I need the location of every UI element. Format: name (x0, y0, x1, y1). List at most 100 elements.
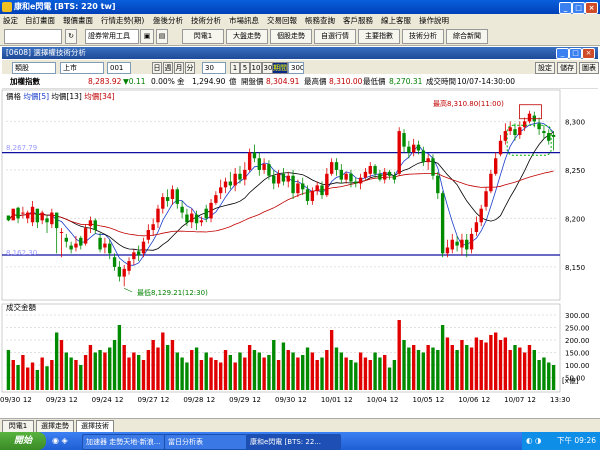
market-select[interactable]: 上市 (60, 62, 104, 74)
candle-body (455, 241, 459, 246)
window-title: 康和e閃電 [BTS: 220 tw] (14, 2, 116, 11)
candle-body (30, 206, 35, 223)
price-plot-area (1, 89, 561, 301)
settings-button[interactable]: 設定 (535, 62, 555, 74)
period-day-button[interactable]: 日 (152, 62, 162, 74)
toolbar-flash1[interactable]: 閃電1 (182, 29, 224, 44)
range-1-button[interactable]: 1 (230, 62, 240, 74)
toolbar-index-trend[interactable]: 大盤走勢 (226, 29, 268, 44)
volume-bar (281, 342, 286, 390)
menu-customer-service[interactable]: 客戶服務 (343, 15, 373, 26)
menu-futures-trend[interactable]: 行情走勢(期) (101, 15, 144, 26)
menu-market-news[interactable]: 市場訊息 (229, 15, 259, 26)
candle-body (54, 212, 59, 229)
start-button[interactable]: 開始 (0, 432, 46, 450)
candle-body (421, 150, 426, 163)
time-label: 成交時間 (426, 77, 456, 86)
toolbar-watchlist[interactable]: 自選行情 (314, 29, 356, 44)
category-select[interactable]: 類股 (12, 62, 56, 74)
volume-bar (450, 345, 454, 390)
minimize-button[interactable]: _ (559, 2, 572, 14)
toolbar-technical[interactable]: 技術分析 (402, 29, 444, 44)
candle-body (551, 134, 556, 137)
date-axis-label: 09/23 (46, 396, 66, 404)
volume-bar (455, 350, 459, 390)
price-chart[interactable]: 8,1508,2008,2508,30050.00100.00150.00200… (0, 88, 600, 418)
toolbar-blank-select[interactable] (4, 29, 62, 44)
screen-icon[interactable]: ▤ (156, 29, 168, 44)
volume-header: 成交金額 (6, 303, 36, 312)
volume-bar (74, 360, 78, 390)
period-week-button[interactable]: 週 (163, 62, 173, 74)
chart-window-title: [0608] 選擇權技術分析 (6, 48, 86, 57)
quicklaunch-icons[interactable]: ◉ ◈ (52, 436, 68, 445)
candle-body (16, 207, 20, 219)
candle-body (387, 171, 392, 176)
close-button[interactable]: × (585, 2, 598, 14)
task-browser[interactable]: 加速器 走勢天地-新浪... (82, 434, 165, 450)
volume-bar (262, 357, 266, 390)
candle-body (542, 131, 546, 134)
minute-select[interactable]: 30 (202, 62, 226, 74)
tools-icon[interactable]: ▣ (140, 29, 154, 44)
candle-body (136, 251, 141, 256)
menu-custom-screen[interactable]: 自訂畫面 (25, 15, 55, 26)
menu-help[interactable]: 操作說明 (419, 15, 449, 26)
range-10-button[interactable]: 10 (250, 62, 262, 74)
toolbar-news[interactable]: 綜合新聞 (446, 29, 488, 44)
period-minute-button[interactable]: 分 (185, 62, 195, 74)
chart-button[interactable]: 圖表 (579, 62, 599, 74)
candle-body (334, 162, 339, 170)
volume-bar (108, 347, 112, 390)
clock: 下午 09:26 (557, 436, 596, 445)
chart-minimize-button[interactable]: _ (556, 48, 569, 59)
task-flash-app[interactable]: 康和e閃電 [BTS: 22... (246, 434, 341, 450)
candle-body (204, 208, 208, 219)
save-button[interactable]: 儲存 (557, 62, 577, 74)
menu-settings[interactable]: 設定 (3, 15, 18, 26)
volume-bar (542, 357, 546, 390)
price-tick-label: 8,150 (565, 264, 585, 272)
high-label: 最高價 (304, 77, 327, 86)
volume-bar (151, 340, 155, 390)
volume-tick-label: 150.00 (565, 350, 590, 358)
chart-maximize-button[interactable]: □ (569, 48, 582, 59)
date-axis-label: 09/24 (92, 396, 113, 404)
menu-trade-report[interactable]: 交易回報 (267, 15, 297, 26)
date-axis-label: 10/07 (504, 396, 524, 404)
candle-body (69, 245, 73, 250)
volume-bar (204, 352, 208, 390)
maximize-button[interactable]: □ (572, 2, 585, 14)
chart-close-button[interactable]: × (582, 48, 595, 59)
tray-icons[interactable]: ◐ ◑ (526, 432, 541, 450)
menu-account[interactable]: 帳務查詢 (305, 15, 335, 26)
volume-bar (522, 352, 527, 390)
menu-bar: 設定 自訂畫面 報價畫面 行情走勢(期) 盤後分析 技術分析 市場訊息 交易回報… (0, 14, 600, 28)
volume-bar (54, 332, 59, 390)
tools-dropdown[interactable]: 證券常用工具 (85, 29, 139, 44)
candle-body (498, 140, 503, 155)
volume-bar (325, 350, 329, 390)
menu-technical[interactable]: 技術分析 (191, 15, 221, 26)
menu-quote-screen[interactable]: 報價畫面 (63, 15, 93, 26)
date-axis-label: 10/01 (321, 396, 341, 404)
volume-bar (305, 347, 310, 390)
volume-bar (315, 360, 319, 390)
volume-bar (436, 350, 440, 390)
volume-bar (320, 357, 324, 390)
volume-bar (407, 347, 411, 390)
period-count[interactable]: 300 (288, 62, 304, 74)
period-month-button[interactable]: 月 (174, 62, 184, 74)
volume-bar (503, 337, 508, 390)
toolbar-stock-trend[interactable]: 個股走勢 (270, 29, 312, 44)
menu-online-support[interactable]: 線上客服 (381, 15, 411, 26)
toolbar-major-indices[interactable]: 主要指數 (358, 29, 400, 44)
refresh-icon[interactable]: ↻ (65, 29, 77, 44)
code-select[interactable]: 001 (107, 62, 131, 74)
volume-tick-label: 300.00 (565, 312, 590, 320)
volume-bar (392, 360, 397, 390)
range-5-button[interactable]: 5 (240, 62, 250, 74)
task-analysis[interactable]: 當日分析表 (164, 434, 247, 450)
volume-bar (112, 340, 117, 390)
menu-after-market[interactable]: 盤後分析 (153, 15, 183, 26)
